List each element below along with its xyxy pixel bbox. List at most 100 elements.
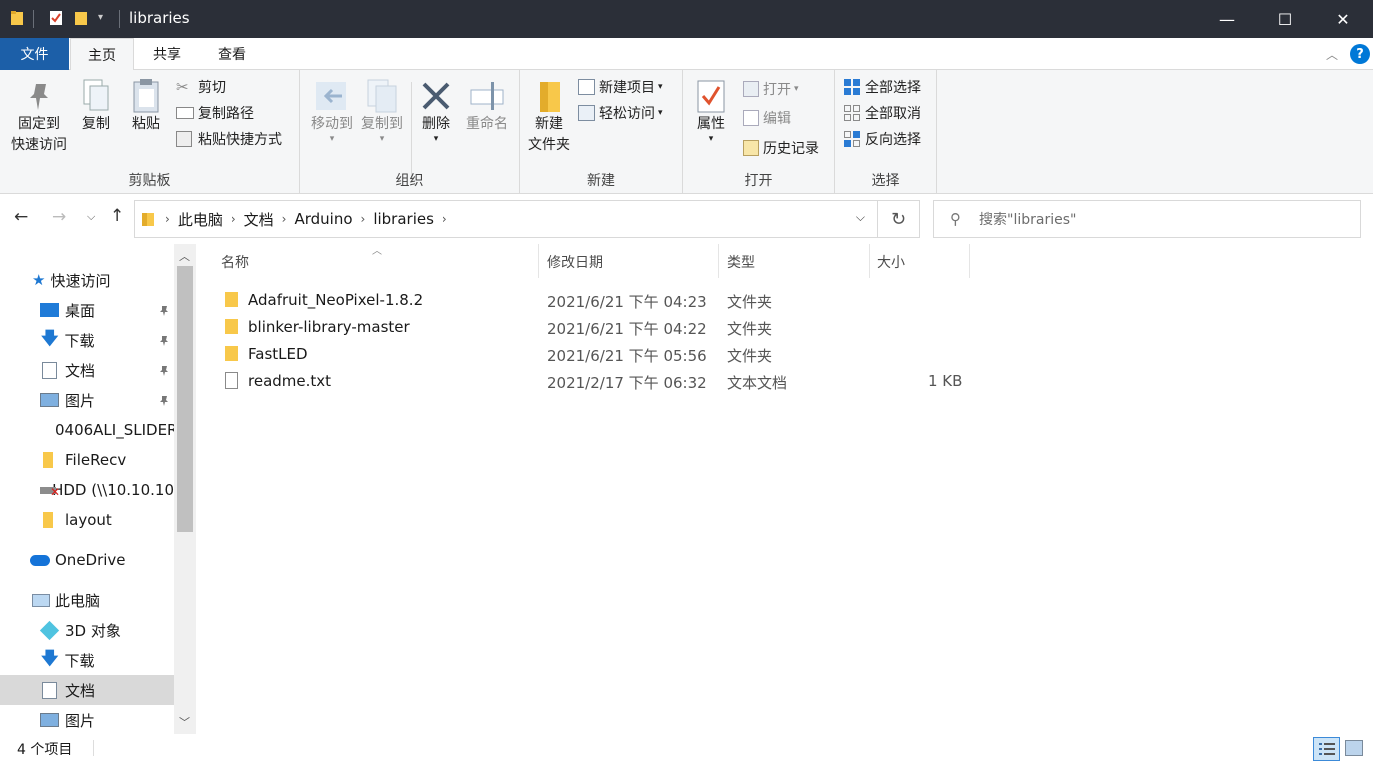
new-folder-button[interactable]: 新建 文件夹 <box>524 78 574 156</box>
edit-label: 编辑 <box>763 111 791 127</box>
new-item-button[interactable]: 新建项目 ▾ <box>578 75 663 99</box>
file-size: 1 KB <box>928 372 963 390</box>
invert-selection-button[interactable]: 反向选择 <box>843 127 921 151</box>
properties-icon <box>697 80 725 113</box>
file-row[interactable]: FastLED 2021/6/21 下午 05:56 文件夹 <box>216 341 976 368</box>
scroll-up-icon[interactable]: ︿ <box>179 248 190 264</box>
column-header-type[interactable]: 类型 <box>727 252 755 274</box>
breadcrumb-libraries[interactable]: libraries <box>373 210 434 228</box>
nav-item-downloads[interactable]: 🡇 下载 <box>0 645 174 675</box>
help-icon[interactable]: ? <box>1350 44 1370 64</box>
nav-item-pictures[interactable]: 图片 <box>0 705 174 735</box>
nav-item-folder[interactable]: FileRecv <box>0 445 174 475</box>
history-button[interactable]: 历史记录 <box>743 136 819 160</box>
nav-scrollbar[interactable]: ︿ ﹀ <box>174 244 196 734</box>
breadcrumb-arduino[interactable]: Arduino <box>294 210 352 228</box>
tab-view[interactable]: 查看 <box>200 38 264 70</box>
back-arrow-icon[interactable]: ← <box>14 207 28 227</box>
cut-row[interactable]: ✂ 剪切 <box>176 75 226 99</box>
edit-button[interactable]: 编辑 <box>743 106 791 130</box>
collapse-ribbon-icon[interactable]: ︿ <box>1326 46 1338 63</box>
nav-item-label: 3D 对象 <box>65 621 121 640</box>
pin-to-quick-access-button[interactable]: 固定到 快速访问 <box>8 78 70 156</box>
breadcrumb-this-pc[interactable]: 此电脑 <box>178 209 223 230</box>
tab-file[interactable]: 文件 <box>0 38 69 70</box>
maximize-button[interactable]: ☐ <box>1256 0 1314 38</box>
address-dropdown-icon[interactable]: ⌵ <box>856 210 865 225</box>
file-row[interactable]: blinker-library-master 2021/6/21 下午 04:2… <box>216 314 976 341</box>
rename-button[interactable]: 重命名 <box>462 78 512 135</box>
nav-item-folder[interactable]: layout <box>0 505 174 535</box>
nav-quick-access[interactable]: ★ 快速访问 <box>0 265 174 295</box>
copy-to-button[interactable]: 复制到 ▾ <box>356 78 408 144</box>
easy-access-button[interactable]: 轻松访问 ▾ <box>578 101 663 125</box>
rename-label: 重命名 <box>466 116 508 132</box>
nav-item-network-drive[interactable]: ✕ HDD (\\10.10.10 <box>0 475 174 505</box>
column-header-name[interactable]: 名称 <box>221 252 249 274</box>
forward-arrow-icon[interactable]: → <box>52 207 66 227</box>
file-type: 文件夹 <box>727 320 773 338</box>
file-row[interactable]: Adafruit_NeoPixel-1.8.2 2021/6/21 下午 04:… <box>216 287 976 314</box>
details-view-button[interactable] <box>1313 737 1340 761</box>
nav-item-desktop[interactable]: 桌面 <box>0 295 174 325</box>
chevron-right-icon[interactable]: › <box>442 212 447 226</box>
pin-icon <box>158 333 170 351</box>
search-box[interactable]: ⚲ 搜索"libraries" <box>933 200 1361 238</box>
nav-onedrive-label: OneDrive <box>55 551 126 569</box>
tab-home[interactable]: 主页 <box>70 38 134 71</box>
select-none-button[interactable]: 全部取消 <box>843 101 921 125</box>
nav-item-documents[interactable]: 文档 <box>0 675 174 705</box>
recent-locations-chevron-icon[interactable]: ⌵ <box>87 210 95 224</box>
delete-x-icon <box>422 82 450 110</box>
column-header-size[interactable]: 大小 <box>877 252 905 274</box>
up-arrow-icon[interactable]: ↑ <box>110 206 124 226</box>
navigation-pane: ★ 快速访问 桌面 🡇 下载 文档 图片 0406ALI_SLIDER File… <box>0 244 196 734</box>
breadcrumb-documents[interactable]: 文档 <box>244 209 274 230</box>
chevron-right-icon[interactable]: › <box>361 212 366 226</box>
scroll-down-icon[interactable]: ﹀ <box>179 714 190 730</box>
paste-button[interactable]: 粘贴 <box>128 78 164 135</box>
nav-this-pc[interactable]: 此电脑 <box>0 585 174 615</box>
download-arrow-icon: 🡇 <box>41 648 59 669</box>
nav-item-documents[interactable]: 文档 <box>0 355 174 385</box>
delete-button[interactable]: 删除 ▾ <box>418 78 454 144</box>
file-date: 2021/6/21 下午 05:56 <box>547 347 707 365</box>
copy-button[interactable]: 复制 <box>78 78 114 135</box>
select-all-button[interactable]: 全部选择 <box>843 75 921 99</box>
clipboard-group-label: 剪贴板 <box>128 173 171 189</box>
minimize-button[interactable]: — <box>1198 0 1256 38</box>
properties-quick-icon[interactable] <box>48 10 64 26</box>
nav-item-folder[interactable]: 0406ALI_SLIDER <box>0 415 174 445</box>
cloud-icon <box>30 554 50 566</box>
select-none-label: 全部取消 <box>865 106 921 122</box>
chevron-right-icon[interactable]: › <box>165 212 170 226</box>
select-group-label: 选择 <box>871 173 900 189</box>
file-name: blinker-library-master <box>248 318 410 336</box>
chevron-right-icon[interactable]: › <box>282 212 287 226</box>
copy-path-button[interactable]: 复制路径 <box>176 101 254 125</box>
edit-icon <box>743 110 759 126</box>
nav-item-3d-objects[interactable]: 3D 对象 <box>0 615 174 645</box>
nav-item-pictures[interactable]: 图片 <box>0 385 174 415</box>
new-folder-quick-icon[interactable] <box>74 10 88 26</box>
text-file-icon <box>225 372 238 389</box>
folder-icon <box>225 346 238 361</box>
tab-share[interactable]: 共享 <box>136 38 198 70</box>
history-label: 历史记录 <box>763 141 819 157</box>
refresh-button[interactable]: ↻ <box>878 200 920 238</box>
large-icons-view-button[interactable] <box>1345 740 1363 756</box>
close-button[interactable]: ✕ <box>1314 0 1372 38</box>
move-to-button[interactable]: 移动到 ▾ <box>306 78 358 144</box>
nav-item-downloads[interactable]: 🡇 下载 <box>0 325 174 355</box>
nav-onedrive[interactable]: OneDrive <box>0 545 174 575</box>
properties-button[interactable]: 属性 ▾ <box>691 78 731 144</box>
file-row[interactable]: readme.txt 2021/2/17 下午 06:32 文本文档 1 KB <box>216 368 976 395</box>
scrollbar-thumb[interactable] <box>177 266 193 532</box>
customize-quick-access-icon[interactable]: ▾ <box>98 12 103 23</box>
chevron-right-icon[interactable]: › <box>231 212 236 226</box>
open-button[interactable]: 打开 ▾ <box>743 77 799 101</box>
address-box[interactable]: › 此电脑 › 文档 › Arduino › libraries › ⌵ <box>134 200 878 238</box>
column-header-date[interactable]: 修改日期 <box>547 252 603 274</box>
paste-shortcut-button[interactable]: 粘贴快捷方式 <box>176 127 282 151</box>
new-folder-label-2: 文件夹 <box>528 137 570 153</box>
